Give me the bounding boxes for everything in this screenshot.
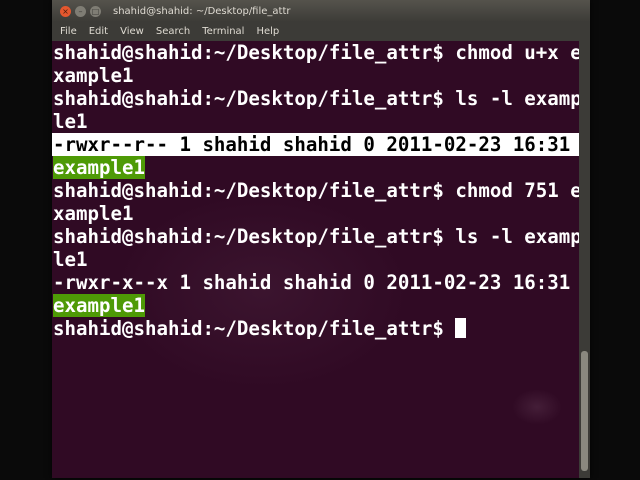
scrollbar-thumb[interactable] [581,351,588,471]
terminal-prompt-line: shahid@shahid:~/Desktop/file_attr$ [53,317,467,340]
close-button[interactable]: × [60,5,71,17]
filename-highlight: example1 [53,294,145,317]
terminal-line: -rwxr-x--x 1 shahid shahid 0 2011-02-23 … [53,271,579,294]
terminal-line: example1 [53,156,145,179]
menu-help[interactable]: Help [250,26,285,37]
window-title: shahid@shahid: ~/Desktop/file_attr [113,5,291,17]
menu-bar: File Edit View Search Terminal Help [52,22,590,42]
minimize-button[interactable]: – [75,5,86,17]
filename-highlight: example1 [53,156,145,179]
terminal-line: shahid@shahid:~/Desktop/file_attr$ chmod… [53,41,579,64]
terminal-line: xample1 [53,202,134,225]
menu-edit[interactable]: Edit [83,26,114,37]
title-bar[interactable]: × – □ shahid@shahid: ~/Desktop/file_attr [52,0,590,22]
text-cursor [455,318,467,338]
menu-view[interactable]: View [114,26,150,37]
menu-search[interactable]: Search [150,26,196,37]
prompt-text: shahid@shahid:~/Desktop/file_attr$ [53,317,456,340]
scrollbar[interactable] [579,41,590,478]
terminal-line: le1 [53,248,88,271]
selected-terminal-line: -rwxr--r-- 1 shahid shahid 0 2011-02-23 … [52,133,579,156]
video-frame: × – □ shahid@shahid: ~/Desktop/file_attr… [0,0,640,480]
terminal-line: shahid@shahid:~/Desktop/file_attr$ chmod… [53,179,579,202]
maximize-button[interactable]: □ [90,5,101,17]
terminal-line: shahid@shahid:~/Desktop/file_attr$ ls -l… [53,225,579,248]
background-artifact [512,389,562,425]
terminal-window: × – □ shahid@shahid: ~/Desktop/file_attr… [52,0,590,478]
terminal-output[interactable]: shahid@shahid:~/Desktop/file_attr$ chmod… [52,41,579,478]
terminal-line: le1 [53,110,88,133]
menu-terminal[interactable]: Terminal [196,26,250,37]
menu-file[interactable]: File [54,26,83,37]
terminal-line: example1 [53,294,145,317]
terminal-line: xample1 [53,64,134,87]
terminal-line: shahid@shahid:~/Desktop/file_attr$ ls -l… [53,87,579,110]
